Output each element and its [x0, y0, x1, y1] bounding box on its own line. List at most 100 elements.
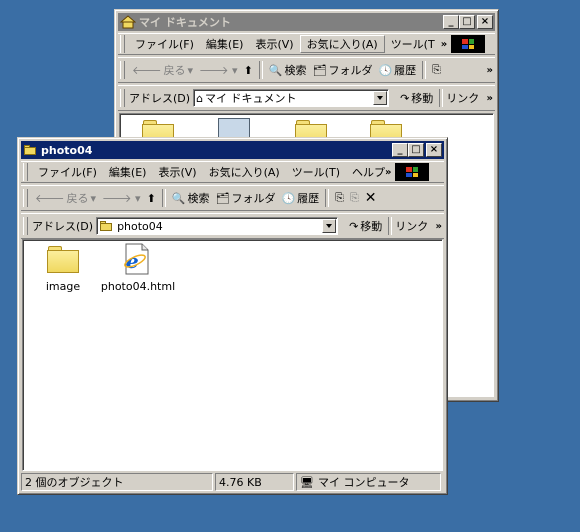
folder-icon	[24, 145, 37, 155]
folders-button[interactable]: 🗂 フォルダ	[212, 190, 278, 206]
front-window-titlebar[interactable]: photo04 _ □ ×	[21, 141, 444, 159]
home-folder-icon	[119, 15, 137, 29]
chevron-icon[interactable]: »	[487, 65, 495, 76]
chevron-icon[interactable]: »	[385, 167, 393, 178]
dropdown-button[interactable]	[322, 219, 337, 233]
separator	[258, 61, 263, 79]
back-button[interactable]: 🡐 戻る ▾	[32, 190, 99, 206]
address-label: アドレス(D)	[129, 92, 191, 105]
chevron-icon[interactable]: »	[487, 93, 495, 104]
minimize-button[interactable]: _	[392, 143, 408, 157]
address-value: マイ ドキュメント	[205, 92, 297, 105]
status-zone: 🖥 マイ コンピュータ	[296, 473, 441, 491]
back-address-bar: アドレス(D) ⌂ マイ ドキュメント ↷ 移動 リンク »	[118, 85, 495, 111]
folder-icon	[100, 221, 113, 231]
history-label: 履歴	[297, 192, 320, 205]
search-label: 検索	[284, 64, 307, 77]
move-to-icon[interactable]: ⎘	[429, 63, 444, 77]
back-window-titlebar[interactable]: マイ ドキュメント _ □ ×	[118, 13, 495, 31]
front-address-bar: アドレス(D) photo04 ↷ 移動 リンク »	[21, 213, 444, 239]
dropdown-button[interactable]	[373, 91, 388, 105]
grip[interactable]	[23, 189, 28, 207]
copy-to-icon[interactable]: ⎘	[347, 191, 362, 205]
forward-button[interactable]: 🡒 ▾	[99, 191, 144, 205]
file-label: image	[45, 280, 81, 293]
status-size: 4.76 KB	[215, 473, 294, 491]
go-button[interactable]: ↷ 移動	[397, 90, 436, 106]
up-folder-icon[interactable]: ⬆	[144, 192, 159, 205]
windows-logo-icon	[395, 163, 430, 181]
front-toolbar: 🡐 戻る ▾ 🡒 ▾ ⬆ 🔍 検索 🗂 フォルダ 🕓 履歴 ⎘ ⎘ ✕	[21, 185, 444, 211]
links-label[interactable]: リンク	[446, 90, 479, 106]
menu-favorites[interactable]: お気に入り(A)	[203, 164, 286, 180]
menu-tools[interactable]: ツール(T	[385, 36, 441, 52]
go-label: 移動	[411, 92, 434, 105]
menu-favorites[interactable]: お気に入り(A)	[299, 35, 385, 53]
grip[interactable]	[120, 89, 125, 107]
menu-tools[interactable]: ツール(T)	[286, 164, 346, 180]
folders-label: フォルダ	[231, 192, 276, 205]
close-button[interactable]: ×	[426, 143, 442, 157]
menu-view[interactable]: 表示(V)	[152, 164, 202, 180]
move-to-icon[interactable]: ⎘	[332, 191, 347, 205]
links-label[interactable]: リンク	[395, 218, 428, 234]
separator	[422, 61, 427, 79]
status-zone-label: マイ コンピュータ	[317, 476, 410, 489]
back-label: 戻る	[163, 64, 186, 77]
search-button[interactable]: 🔍 検索	[266, 62, 310, 78]
maximize-button[interactable]: □	[459, 15, 475, 29]
go-label: 移動	[360, 220, 383, 233]
folder-icon	[47, 246, 79, 273]
status-bar: 2 個のオブジェクト 4.76 KB 🖥 マイ コンピュータ	[21, 473, 445, 491]
front-window-title: photo04	[41, 143, 93, 157]
search-label: 検索	[187, 192, 210, 205]
windows-logo-icon	[451, 35, 486, 53]
back-menu-bar: ファイル(F) 編集(E) 表示(V) お気に入り(A) ツール(T »	[118, 33, 495, 55]
folders-button[interactable]: 🗂 フォルダ	[309, 62, 375, 78]
close-button[interactable]: ×	[477, 15, 493, 29]
grip[interactable]	[23, 163, 28, 181]
go-button[interactable]: ↷ 移動	[346, 218, 385, 234]
address-field[interactable]: photo04	[96, 217, 339, 235]
back-button[interactable]: 🡐 戻る ▾	[129, 62, 196, 78]
front-menu-bar: ファイル(F) 編集(E) 表示(V) お気に入り(A) ツール(T) ヘルプ …	[21, 161, 444, 183]
separator	[388, 217, 393, 235]
menu-edit[interactable]: 編集(E)	[200, 36, 250, 52]
history-button[interactable]: 🕓 履歴	[375, 62, 419, 78]
back-toolbar: 🡐 戻る ▾ 🡒 ▾ ⬆ 🔍 検索 🗂 フォルダ 🕓 履歴 ⎘ »	[118, 57, 495, 83]
ie-html-icon: e	[122, 243, 150, 275]
folders-label: フォルダ	[328, 64, 373, 77]
history-label: 履歴	[394, 64, 417, 77]
front-window[interactable]: photo04 _ □ × ファイル(F) 編集(E) 表示(V) お気に入り(…	[17, 137, 448, 495]
delete-icon[interactable]: ✕	[362, 190, 380, 206]
back-window-title: マイ ドキュメント	[139, 16, 231, 29]
file-label: photo04.html	[100, 280, 176, 293]
grip[interactable]	[23, 217, 28, 235]
menu-file[interactable]: ファイル(F)	[32, 164, 103, 180]
chevron-icon[interactable]: »	[441, 39, 449, 50]
up-folder-icon[interactable]: ⬆	[241, 64, 256, 77]
history-button[interactable]: 🕓 履歴	[278, 190, 322, 206]
separator	[161, 189, 166, 207]
front-file-view[interactable]: image e photo04.html	[22, 239, 443, 471]
grip[interactable]	[120, 61, 125, 79]
my-computer-icon: 🖥	[300, 475, 314, 489]
home-folder-icon: ⌂	[196, 91, 204, 105]
menu-view[interactable]: 表示(V)	[249, 36, 299, 52]
chevron-icon[interactable]: »	[436, 221, 444, 232]
separator	[439, 89, 444, 107]
maximize-button[interactable]: □	[408, 143, 424, 157]
address-label: アドレス(D)	[32, 220, 94, 233]
minimize-button[interactable]: _	[443, 15, 459, 29]
grip[interactable]	[120, 35, 125, 53]
back-label: 戻る	[66, 192, 89, 205]
menu-help[interactable]: ヘルプ	[346, 164, 385, 180]
search-button[interactable]: 🔍 検索	[169, 190, 213, 206]
address-field[interactable]: ⌂ マイ ドキュメント	[193, 89, 390, 107]
status-object-count: 2 個のオブジェクト	[21, 473, 213, 491]
separator	[325, 189, 330, 207]
address-value: photo04	[117, 219, 163, 233]
menu-edit[interactable]: 編集(E)	[103, 164, 153, 180]
forward-button[interactable]: 🡒 ▾	[196, 63, 241, 77]
menu-file[interactable]: ファイル(F)	[129, 36, 200, 52]
